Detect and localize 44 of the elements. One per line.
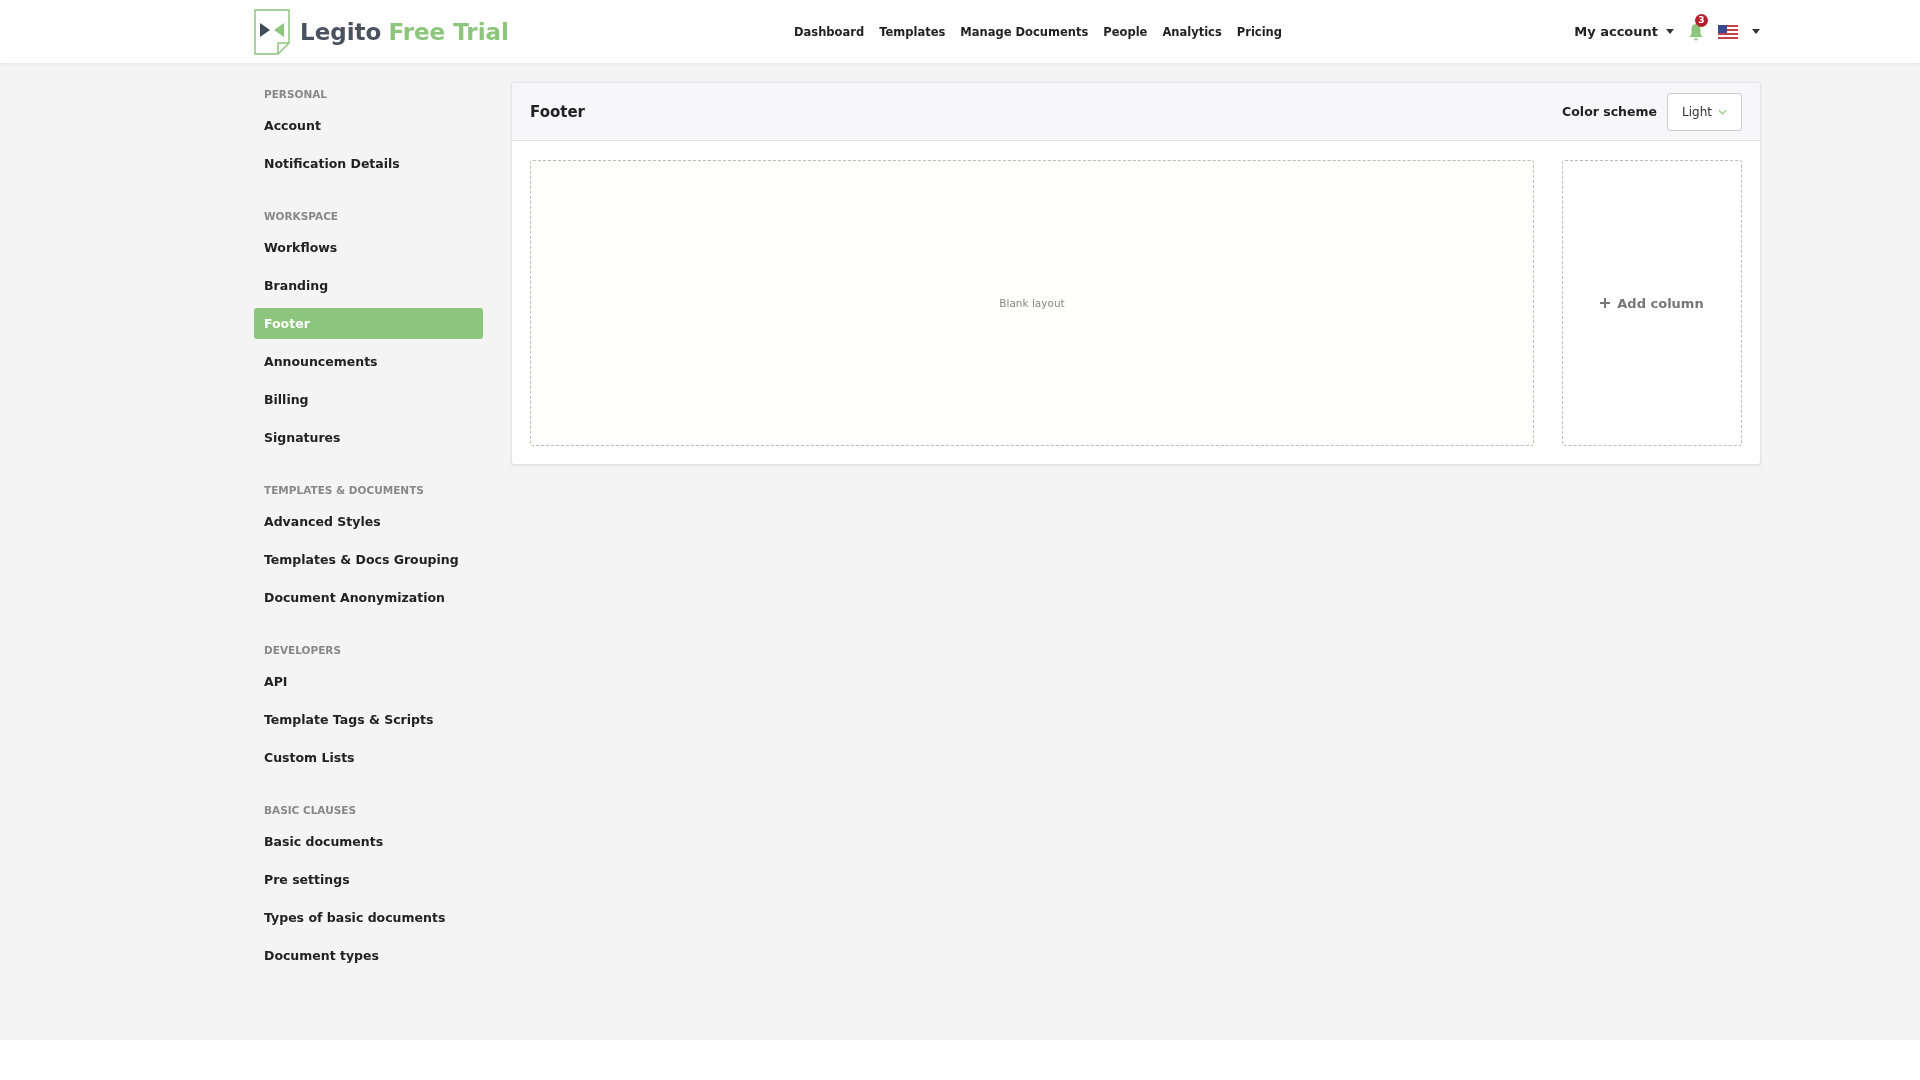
sidebar-item[interactable]: Basic documents: [254, 825, 483, 857]
nav-link[interactable]: Pricing: [1236, 24, 1282, 39]
section-heading: PERSONAL: [263, 87, 329, 102]
sidebar-item[interactable]: Account: [254, 109, 483, 141]
color-scheme-select[interactable]: Light: [1667, 92, 1742, 131]
bell-icon[interactable]: [1688, 22, 1704, 41]
blank-layout-text: Blank layout: [999, 297, 1065, 309]
section-heading: BASIC CLAUSES: [263, 803, 357, 818]
sidebar-item[interactable]: Branding: [254, 269, 483, 301]
color-scheme-label: Color scheme: [1562, 104, 1657, 119]
sidebar-item[interactable]: Document types: [254, 939, 483, 971]
sidebar-item[interactable]: Signatures: [254, 421, 483, 453]
section-heading: WORKSPACE: [263, 209, 340, 224]
caret-icon: [1666, 29, 1674, 34]
nav-link[interactable]: Analytics: [1162, 24, 1222, 39]
flag-icon[interactable]: [1718, 24, 1738, 39]
sidebar-item[interactable]: Custom Lists: [254, 741, 483, 773]
logo-icon: [254, 8, 290, 55]
caret-icon[interactable]: [1752, 29, 1760, 34]
sidebar-item[interactable]: API: [254, 665, 483, 697]
add-column-button[interactable]: Add column: [1562, 160, 1742, 446]
notification-badge: 3: [1695, 13, 1708, 27]
nav-link[interactable]: Manage Documents: [960, 24, 1089, 39]
sidebar-item[interactable]: Advanced Styles: [254, 505, 483, 537]
brand-suffix: Free Trial: [388, 18, 509, 45]
nav-link[interactable]: People: [1103, 24, 1148, 39]
sidebar-item[interactable]: Template Tags & Scripts: [254, 703, 483, 735]
sidebar-item[interactable]: Notification Details: [254, 147, 483, 179]
sidebar-item[interactable]: Document Anonymization: [254, 581, 483, 613]
account-menu[interactable]: My account: [1574, 24, 1674, 39]
nav-link[interactable]: Templates: [879, 24, 946, 39]
chevron-down-icon: [1717, 108, 1727, 115]
sidebar-item[interactable]: Billing: [254, 383, 483, 415]
section-heading: DEVELOPERS: [263, 643, 342, 658]
sidebar-item[interactable]: Templates & Docs Grouping: [254, 543, 483, 575]
sidebar-item[interactable]: Announcements: [254, 345, 483, 377]
sidebar-item[interactable]: Types of basic documents: [254, 901, 483, 933]
plus-icon: [1600, 298, 1611, 308]
panel-title: Footer: [530, 102, 585, 121]
nav-link[interactable]: Dashboard: [794, 24, 865, 39]
sidebar-item[interactable]: Pre settings: [254, 863, 483, 895]
sidebar-item[interactable]: Workflows: [254, 231, 483, 263]
brand-name: Legito: [300, 18, 382, 45]
section-heading: TEMPLATES & DOCUMENTS: [263, 483, 425, 498]
